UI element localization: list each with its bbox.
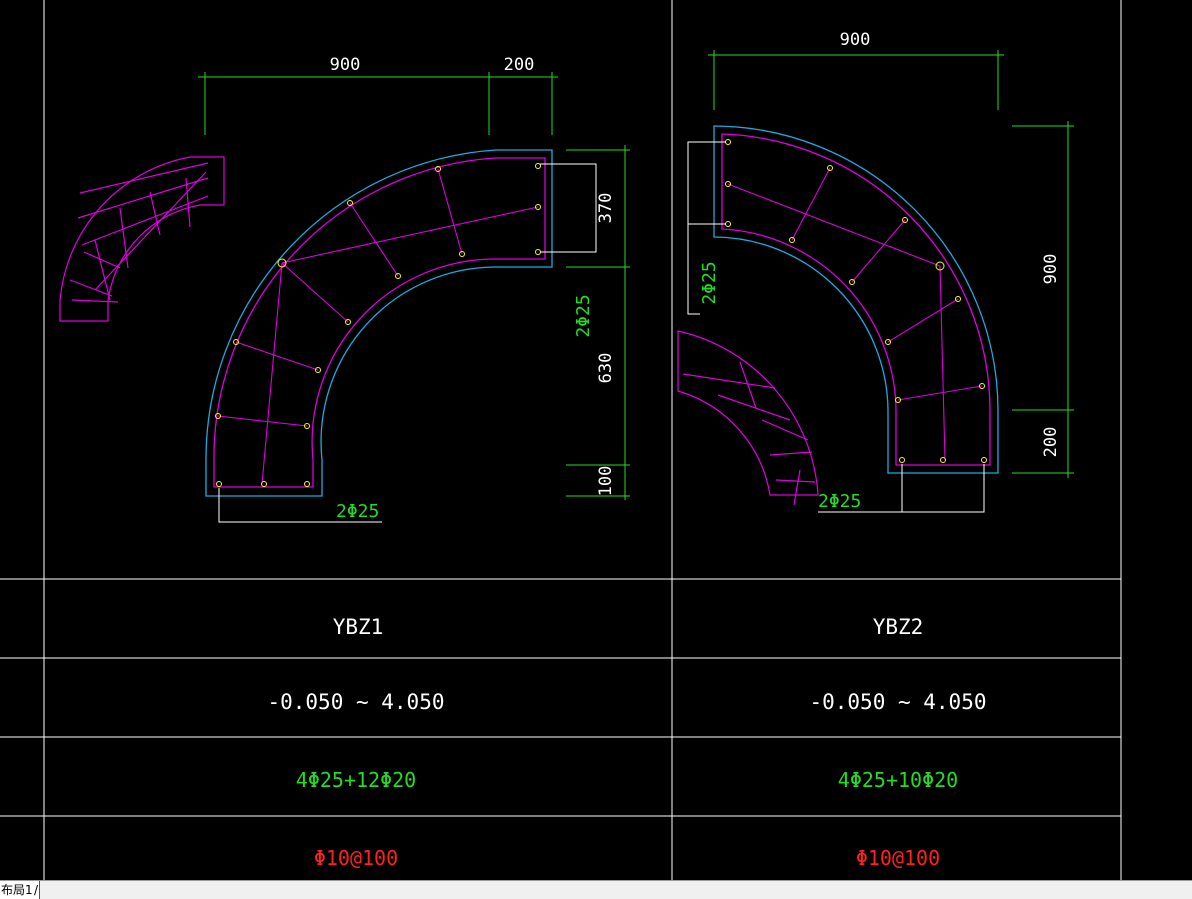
- ybz2-longitudinal: 4Φ25+10Φ20: [838, 768, 958, 792]
- ybz2-stirrup-outline: [721, 133, 991, 466]
- ybz1-name: YBZ1: [333, 615, 384, 639]
- ybz2-stirrup: Φ10@100: [856, 846, 940, 870]
- table-grid: [0, 0, 1122, 880]
- ybz1-dimensions: [198, 72, 630, 500]
- ybz2-section: 900 900 200 2Φ25 2Φ25: [677, 30, 1074, 513]
- ybz1-rebar-dots: [215, 163, 541, 487]
- ybz1-dim-right-100: 100: [596, 466, 616, 497]
- ybz1-callout-right: 2Φ25: [573, 294, 594, 337]
- ybz1-elevation: -0.050 ~ 4.050: [267, 690, 444, 714]
- ybz2-name: YBZ2: [873, 615, 924, 639]
- ybz1-dim-right-630: 630: [596, 353, 616, 384]
- ybz2-ties: [727, 167, 983, 461]
- ybz2-leaders: [687, 141, 985, 513]
- cad-drawing-canvas[interactable]: 900 200 370 630 100 2Φ25 2Φ25 900 900 20…: [0, 0, 1192, 880]
- ybz1-leaders: [218, 163, 597, 523]
- ybz2-dimensions: [708, 50, 1074, 478]
- ybz2-elevation: -0.050 ~ 4.050: [809, 690, 986, 714]
- ybz1-callout-bottom: 2Φ25: [336, 501, 379, 522]
- ybz2-rebar-dots: [725, 139, 987, 463]
- ybz2-callout-bottom: 2Φ25: [818, 491, 861, 512]
- ybz1-dim-right-370: 370: [596, 193, 616, 224]
- table-text: YBZ1 YBZ2 -0.050 ~ 4.050 -0.050 ~ 4.050 …: [267, 615, 986, 870]
- ybz2-dim-right-200: 200: [1041, 427, 1061, 458]
- ybz2-dim-right-900: 900: [1041, 254, 1061, 285]
- ybz1-stirrup: Φ10@100: [314, 846, 398, 870]
- ybz2-callout-left: 2Φ25: [699, 261, 720, 304]
- ybz1-stirrup-outline: [213, 157, 546, 488]
- layout-tab-bar: 布局1 /: [0, 880, 1192, 899]
- ybz1-dim-top-200: 200: [504, 55, 535, 75]
- ybz1-mini-shape: [59, 156, 225, 322]
- ybz1-longitudinal: 4Φ25+12Φ20: [296, 768, 416, 792]
- ybz2-dim-top-900: 900: [840, 30, 871, 50]
- ybz2-mini-shape: [677, 330, 819, 506]
- tab-separator: /: [34, 883, 39, 897]
- ybz1-section: 900 200 370 630 100 2Φ25 2Φ25: [59, 55, 630, 523]
- ybz1-ties: [217, 168, 539, 485]
- ybz1-concrete-outline: [205, 149, 553, 497]
- ybz1-dim-top-900: 900: [330, 55, 361, 75]
